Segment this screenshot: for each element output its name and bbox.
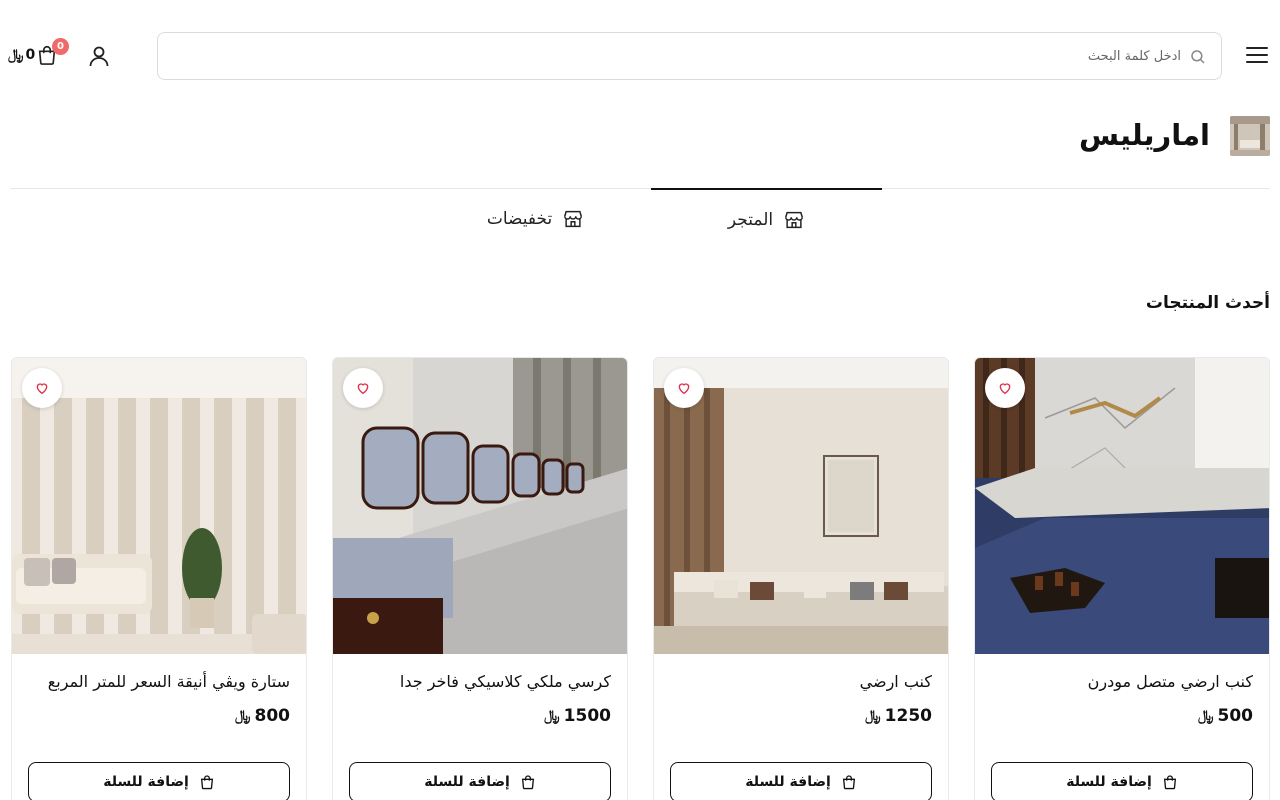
storefront-icon — [785, 211, 804, 229]
add-to-cart-label: إضافة للسلة — [103, 774, 189, 790]
heart-icon — [678, 383, 690, 395]
product-price: 1500 ﷼ — [544, 706, 611, 726]
product-price-value: 500 — [1217, 706, 1254, 726]
tab-store[interactable]: المتجر — [651, 188, 882, 250]
cart-button[interactable]: ﷼ 0 0 — [8, 38, 70, 70]
product-price: 500 ﷼ — [1198, 706, 1253, 726]
account-button[interactable] — [87, 44, 111, 68]
product-card[interactable]: ستارة ويڤي أنيقة السعر للمتر المربع 800 … — [11, 357, 307, 800]
menu-button[interactable] — [1246, 44, 1268, 66]
product-image[interactable] — [654, 358, 948, 654]
currency-symbol: ﷼ — [865, 708, 881, 724]
section-title: أحدث المنتجات — [1145, 293, 1270, 313]
shopping-bag-icon — [521, 775, 534, 790]
add-to-cart-label: إضافة للسلة — [745, 774, 831, 790]
tab-discounts-label: تخفيضات — [486, 209, 553, 229]
product-image[interactable] — [975, 358, 1269, 654]
product-price: 800 ﷼ — [235, 706, 290, 726]
product-card[interactable]: كنب ارضي متصل مودرن 500 ﷼ إضافة للسلة — [974, 357, 1270, 800]
cart-total-value: 0 — [25, 47, 36, 63]
currency-symbol: ﷼ — [8, 47, 24, 63]
add-to-cart-label: إضافة للسلة — [424, 774, 510, 790]
product-card[interactable]: كنب ارضي 1250 ﷼ إضافة للسلة — [653, 357, 949, 800]
product-image[interactable] — [12, 358, 306, 654]
cart-count-badge: 0 — [52, 38, 69, 55]
shopping-bag-icon — [1163, 775, 1176, 790]
add-to-cart-label: إضافة للسلة — [1066, 774, 1152, 790]
add-to-cart-button[interactable]: إضافة للسلة — [670, 762, 932, 800]
product-price: 1250 ﷼ — [865, 706, 932, 726]
product-image[interactable] — [333, 358, 627, 654]
user-icon — [89, 46, 109, 67]
add-to-cart-button[interactable]: إضافة للسلة — [349, 762, 611, 800]
heart-icon — [357, 383, 369, 395]
tab-store-label: المتجر — [727, 210, 774, 230]
search-input[interactable] — [201, 33, 1181, 79]
shopping-bag-icon — [200, 775, 213, 790]
currency-symbol: ﷼ — [1198, 708, 1214, 724]
product-title[interactable]: كنب ارضي — [860, 672, 932, 691]
store-name: اماريليس — [1078, 118, 1210, 152]
favorite-button[interactable] — [22, 368, 62, 408]
store-logo — [1230, 116, 1270, 156]
currency-symbol: ﷼ — [544, 708, 560, 724]
product-title[interactable]: كرسي ملكي كلاسيكي فاخر جدا — [400, 672, 611, 691]
product-title[interactable]: ستارة ويڤي أنيقة السعر للمتر المربع — [48, 672, 290, 691]
product-card[interactable]: كرسي ملكي كلاسيكي فاخر جدا 1500 ﷼ إضافة … — [332, 357, 628, 800]
favorite-button[interactable] — [985, 368, 1025, 408]
tab-discounts[interactable]: تخفيضات — [420, 188, 651, 250]
cart-total: ﷼ 0 — [8, 47, 35, 63]
product-title[interactable]: كنب ارضي متصل مودرن — [1088, 672, 1253, 691]
heart-icon — [36, 383, 48, 395]
shopping-bag-icon — [842, 775, 855, 790]
heart-icon — [999, 383, 1011, 395]
add-to-cart-button[interactable]: إضافة للسلة — [28, 762, 290, 800]
search-bar[interactable] — [157, 32, 1222, 80]
add-to-cart-button[interactable]: إضافة للسلة — [991, 762, 1253, 800]
product-price-value: 1500 — [563, 706, 611, 726]
product-price-value: 1250 — [884, 706, 932, 726]
favorite-button[interactable] — [343, 368, 383, 408]
product-price-value: 800 — [254, 706, 291, 726]
search-icon — [1191, 50, 1205, 64]
currency-symbol: ﷼ — [235, 708, 251, 724]
hamburger-icon — [1246, 47, 1268, 49]
storefront-icon — [564, 210, 583, 228]
favorite-button[interactable] — [664, 368, 704, 408]
